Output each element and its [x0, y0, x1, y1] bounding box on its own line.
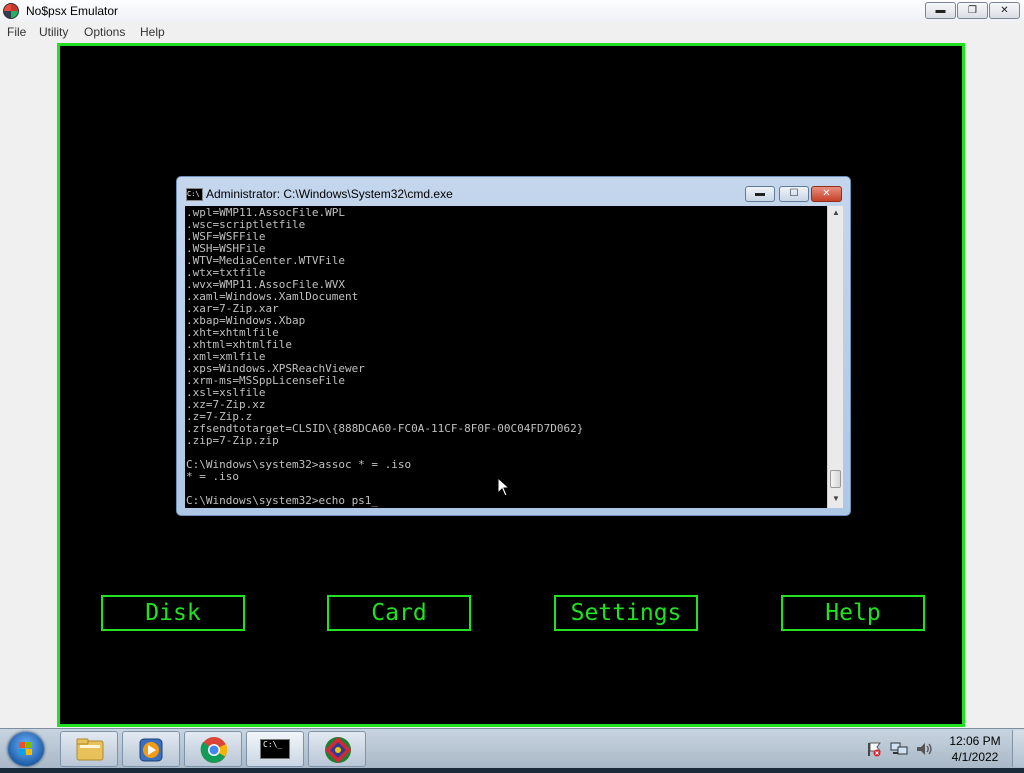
scroll-thumb[interactable] [830, 470, 841, 488]
taskbar-emulator-button[interactable] [308, 731, 366, 767]
taskbar-chrome-button[interactable] [184, 731, 242, 767]
console-text: .wpl=WMP11.AssocFile.WPL .wsc=scriptletfi… [186, 207, 583, 507]
cmd-maximize-button[interactable]: ☐ [779, 186, 809, 202]
card-button[interactable]: Card [327, 595, 471, 631]
system-clock[interactable]: 12:06 PM 4/1/2022 [943, 733, 1007, 765]
console-line: * = .iso [186, 470, 239, 483]
show-desktop-button[interactable] [1012, 730, 1024, 767]
close-icon: ✕ [822, 188, 831, 199]
folder-icon [76, 738, 104, 761]
taskbar: C:\_ 12:06 PM 4/1/2022 [0, 728, 1024, 768]
volume-icon[interactable] [915, 741, 933, 757]
console-output[interactable]: .wpl=WMP11.AssocFile.WPL .wsc=scriptletfi… [185, 206, 827, 508]
menu-options[interactable]: Options [84, 25, 125, 39]
restore-icon: ❐ [968, 5, 977, 16]
scroll-down-icon[interactable]: ▼ [830, 493, 842, 505]
console-line: C:\Windows\system32>echo ps1_ [186, 494, 379, 507]
media-player-icon [139, 738, 163, 762]
console-line: C:\Windows\system32>assoc * = .iso [186, 458, 412, 471]
menu-file[interactable]: File [7, 25, 26, 39]
taskbar-cmd-button[interactable]: C:\_ [246, 731, 304, 767]
maximize-button[interactable]: ❐ [957, 2, 988, 19]
title-bar[interactable]: No$psx Emulator ▬ ❐ ✕ [0, 0, 1024, 22]
clock-time: 12:06 PM [949, 734, 1001, 748]
settings-button[interactable]: Settings [554, 595, 698, 631]
disk-button[interactable]: Disk [101, 595, 245, 631]
minimize-icon: ▬ [755, 188, 765, 199]
command-prompt-icon: C:\_ [260, 739, 290, 759]
start-button[interactable] [8, 732, 44, 766]
menu-help[interactable]: Help [140, 25, 165, 39]
close-button[interactable]: ✕ [989, 2, 1020, 19]
console-line: .zip=7-Zip.zip [186, 434, 279, 447]
console-scrollbar[interactable]: ▲ ▼ [827, 206, 843, 508]
maximize-icon: ☐ [789, 188, 799, 199]
clock-date: 4/1/2022 [951, 750, 999, 764]
cmd-window[interactable]: C:\ Administrator: C:\Windows\System32\c… [176, 176, 851, 516]
minimize-button[interactable]: ▬ [925, 2, 956, 19]
taskbar-explorer-button[interactable] [60, 731, 118, 767]
taskbar-media-player-button[interactable] [122, 731, 180, 767]
window-title: No$psx Emulator [26, 4, 119, 18]
minimize-icon: ▬ [935, 5, 946, 16]
action-center-flag-icon[interactable] [866, 741, 882, 757]
scroll-up-icon[interactable]: ▲ [830, 207, 842, 219]
cmd-minimize-button[interactable]: ▬ [745, 186, 775, 202]
menu-utility[interactable]: Utility [39, 25, 68, 39]
close-icon: ✕ [1000, 5, 1009, 16]
network-icon[interactable] [890, 741, 908, 757]
chrome-icon [200, 737, 228, 763]
nocash-psx-icon [325, 737, 351, 763]
help-button[interactable]: Help [781, 595, 925, 631]
menu-bar: File Utility Options Help [0, 22, 1024, 42]
windows-logo-icon [19, 742, 32, 755]
cmd-window-title: Administrator: C:\Windows\System32\cmd.e… [206, 187, 453, 201]
cmd-icon[interactable]: C:\ [186, 188, 203, 201]
cmd-close-button[interactable]: ✕ [811, 186, 842, 202]
app-icon[interactable] [3, 3, 19, 19]
